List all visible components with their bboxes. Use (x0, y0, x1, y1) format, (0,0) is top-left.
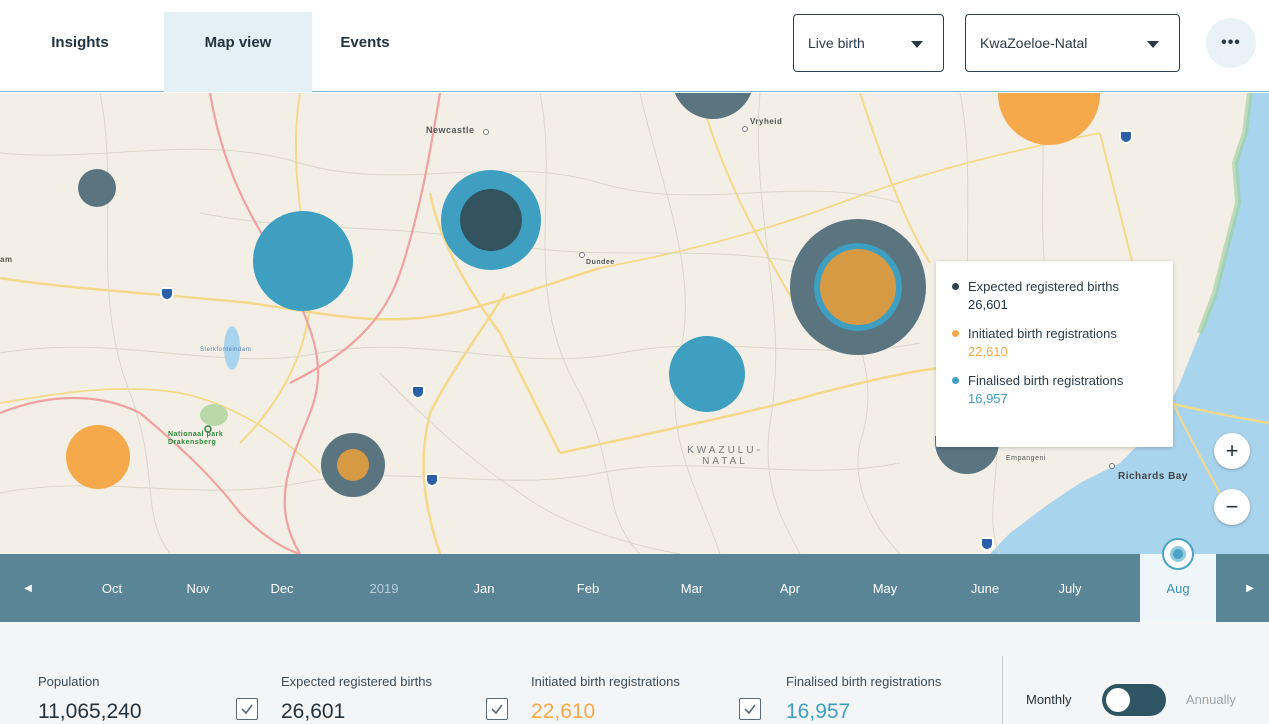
initiated-value: 22,610 (531, 700, 596, 723)
population-label: Population (38, 674, 100, 689)
timeline-month[interactable]: Jan (454, 554, 514, 622)
timeline-next-button[interactable]: ▶ (1230, 554, 1269, 622)
timeline-month[interactable]: July (1040, 554, 1100, 622)
district-bubble-finalised[interactable] (669, 336, 745, 412)
stats-footer: Population 11,065,240 Expected registere… (0, 622, 1269, 724)
finalised-dot-icon (952, 377, 959, 384)
park-label-line2: Drakensberg (168, 439, 217, 446)
initiated-checkbox[interactable] (486, 698, 508, 720)
expected-checkbox[interactable] (236, 698, 258, 720)
place-label-empangeni: Empangeni (1006, 455, 1046, 462)
timeline-prev-button[interactable]: ◀ (8, 554, 48, 622)
period-toggle[interactable] (1102, 684, 1166, 716)
lake-label: Sterkfonteindam (200, 347, 252, 353)
toggle-knob (1106, 688, 1130, 712)
tooltip-row-finalised: Finalised birth registrations 16,957 (952, 373, 1157, 406)
population-value: 11,065,240 (38, 700, 142, 723)
road-shield-icon (1119, 130, 1133, 144)
tooltip-initiated-label: Initiated birth registrations (968, 326, 1117, 341)
timeline-handle[interactable] (1162, 538, 1194, 570)
timeline-month[interactable]: June (955, 554, 1015, 622)
district-bubble-finalised[interactable] (253, 211, 353, 311)
annually-label: Annually (1186, 692, 1236, 707)
place-label-edge: am (0, 255, 13, 264)
app: Insights Map view Events Live birth KwaZ… (0, 0, 1269, 724)
region-label-line1: KWAZULU- (687, 445, 763, 456)
finalised-checkbox[interactable] (739, 698, 761, 720)
footer-divider (1002, 656, 1003, 724)
road-shield-icon (980, 537, 994, 551)
park-label: Nationaal park Drakensberg (168, 431, 223, 447)
event-type-select[interactable]: Live birth (793, 14, 944, 72)
park-label-line1: Nationaal park (168, 431, 224, 438)
zoom-out-button[interactable]: − (1214, 489, 1250, 525)
district-bubble-expected[interactable] (78, 169, 116, 207)
check-icon (491, 704, 503, 715)
finalised-label: Finalised birth registrations (786, 674, 942, 689)
timeline-month[interactable]: Oct (82, 554, 142, 622)
tooltip-finalised-label: Finalised birth registrations (968, 373, 1124, 388)
timeline-month[interactable]: Feb (558, 554, 618, 622)
region-label: KWAZULU- NATAL (680, 445, 770, 467)
monthly-label: Monthly (1026, 692, 1072, 707)
tab-events[interactable]: Events (328, 12, 402, 92)
region-label-line2: NATAL (702, 456, 748, 467)
top-navigation: Insights Map view Events Live birth KwaZ… (0, 0, 1269, 92)
tab-insights[interactable]: Insights (40, 12, 120, 92)
district-bubble-selected-initiated[interactable] (820, 249, 896, 325)
place-label-vryheid: Vryheid (750, 117, 783, 126)
region-value: KwaZoeloe-Natal (980, 35, 1088, 51)
event-type-value: Live birth (808, 35, 865, 51)
tooltip-row-initiated: Initiated birth registrations 22,610 (952, 326, 1157, 359)
tooltip-expected-value: 26,601 (968, 297, 1008, 312)
initiated-dot-icon (952, 330, 959, 337)
expected-value: 26,601 (281, 700, 346, 723)
tooltip-finalised-value: 16,957 (968, 391, 1008, 406)
more-options-button[interactable]: ••• (1206, 18, 1256, 68)
district-tooltip: Expected registered births 26,601 Initia… (936, 261, 1173, 447)
check-icon (744, 704, 756, 715)
chevron-down-icon (911, 41, 923, 48)
expected-label: Expected registered births (281, 674, 433, 689)
tooltip-initiated-label-row: Initiated birth registrations (952, 326, 1157, 341)
tab-map-view[interactable]: Map view (164, 12, 312, 92)
tooltip-expected-label: Expected registered births (968, 279, 1120, 294)
map-view[interactable]: Newcastle Vryheid Dundee am KWAZULU- NAT… (0, 93, 1269, 554)
district-bubble-expected[interactable] (460, 189, 522, 251)
initiated-label: Initiated birth registrations (531, 674, 680, 689)
timeline-handle-icon (1170, 546, 1186, 562)
check-icon (241, 704, 253, 715)
timeline-year-label: 2019 (369, 580, 399, 596)
timeline-month[interactable]: Apr (760, 554, 820, 622)
region-select[interactable]: KwaZoeloe-Natal (965, 14, 1180, 72)
timeline-month[interactable]: May (855, 554, 915, 622)
place-label-dundee: Dundee (586, 259, 615, 266)
timeline-bar: ◀ Oct Nov Dec 2019 Jan Feb Mar Apr May J… (0, 554, 1269, 622)
chevron-down-icon (1147, 41, 1159, 48)
timeline-month[interactable]: Mar (662, 554, 722, 622)
road-shield-icon (160, 287, 174, 301)
timeline-month[interactable]: Dec (252, 554, 312, 622)
finalised-value: 16,957 (786, 700, 851, 723)
road-shield-icon (411, 385, 425, 399)
road-shield-icon (425, 473, 439, 487)
district-bubble-initiated[interactable] (337, 449, 369, 481)
place-label-newcastle: Newcastle (426, 125, 475, 135)
place-label-richards-bay: Richards Bay (1118, 471, 1188, 482)
district-bubble-initiated[interactable] (66, 425, 130, 489)
tooltip-expected-label-row: Expected registered births (952, 279, 1157, 294)
tooltip-initiated-value: 22,610 (968, 344, 1008, 359)
expected-dot-icon (952, 283, 959, 290)
tooltip-row-expected: Expected registered births 26,601 (952, 279, 1157, 312)
timeline-month[interactable]: Nov (168, 554, 228, 622)
zoom-in-button[interactable]: + (1214, 433, 1250, 469)
tooltip-finalised-label-row: Finalised birth registrations (952, 373, 1157, 388)
